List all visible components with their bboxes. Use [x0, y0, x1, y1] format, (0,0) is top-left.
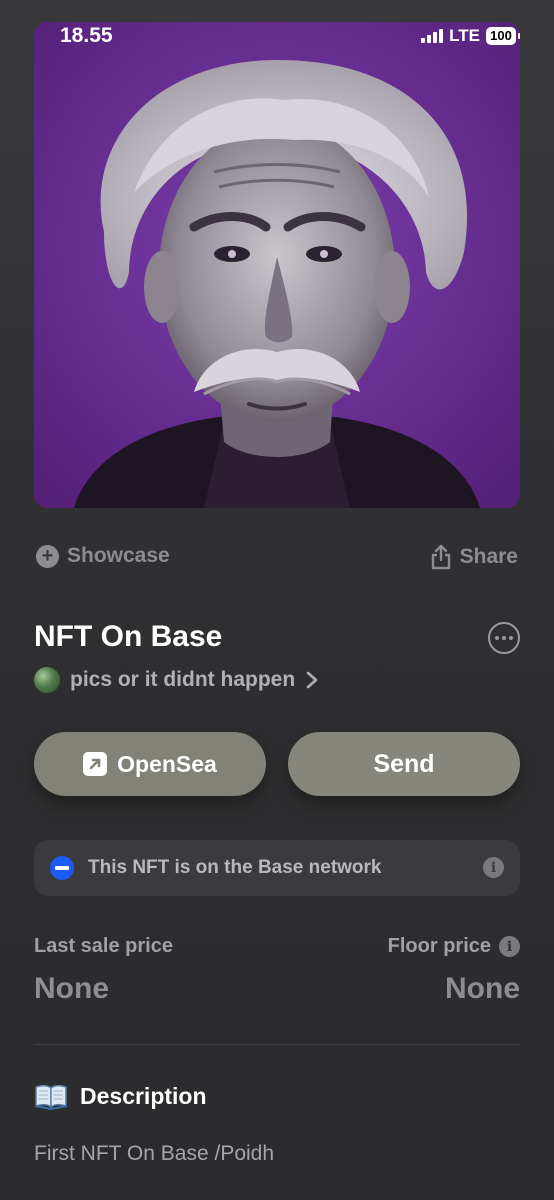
plus-circle-icon: + [36, 544, 59, 568]
nft-portrait-image [34, 22, 520, 508]
send-button[interactable]: Send [288, 732, 520, 796]
dot [509, 636, 513, 640]
more-options-button[interactable] [488, 622, 520, 654]
showcase-label: Showcase [67, 544, 170, 567]
collection-avatar [34, 667, 60, 693]
share-button[interactable]: Share [430, 544, 518, 570]
collection-name: pics or it didnt happen [70, 668, 296, 691]
divider [34, 1044, 520, 1045]
share-icon [431, 544, 450, 570]
status-indicators: LTE 100 [421, 26, 520, 46]
network-banner: This NFT is on the Base network i [34, 840, 520, 896]
nft-actions-row: + Showcase Share [36, 544, 518, 576]
nft-title: NFT On Base [34, 620, 223, 653]
network-banner-text: This NFT is on the Base network [88, 857, 382, 878]
description-text: First NFT On Base /Poidh [34, 1142, 275, 1165]
description-heading: Description [34, 1082, 207, 1110]
status-time: 18.55 [60, 24, 113, 47]
status-bar: 18.55 LTE 100 [0, 22, 554, 54]
nft-detail-screen: 18.55 LTE 100 + Showcase Share NFT On Ba… [0, 0, 554, 1200]
send-label: Send [373, 749, 435, 778]
signal-strength-icon [421, 29, 444, 43]
description-heading-label: Description [80, 1082, 207, 1109]
opensea-label: OpenSea [117, 750, 217, 777]
floor-price-label-group: Floor price i [388, 935, 520, 958]
external-link-icon [83, 752, 108, 776]
nft-image[interactable] [34, 22, 520, 508]
dot [502, 636, 506, 640]
dot [495, 636, 499, 640]
showcase-button[interactable]: + Showcase [36, 544, 170, 568]
last-sale-price-value: None [34, 972, 109, 1005]
last-sale-price-label: Last sale price [34, 935, 173, 957]
battery-icon: 100 [486, 27, 520, 45]
open-book-icon [34, 1084, 68, 1110]
collection-link[interactable]: pics or it didnt happen [34, 667, 319, 693]
floor-price-info-icon[interactable]: i [499, 936, 520, 957]
opensea-button[interactable]: OpenSea [34, 732, 266, 796]
network-type-label: LTE [449, 26, 480, 45]
floor-price-value: None [445, 972, 520, 1005]
floor-price-label: Floor price [387, 935, 491, 957]
info-icon[interactable]: i [483, 857, 504, 878]
share-label: Share [459, 545, 518, 568]
chevron-right-icon [306, 671, 318, 689]
base-network-icon [50, 856, 74, 880]
